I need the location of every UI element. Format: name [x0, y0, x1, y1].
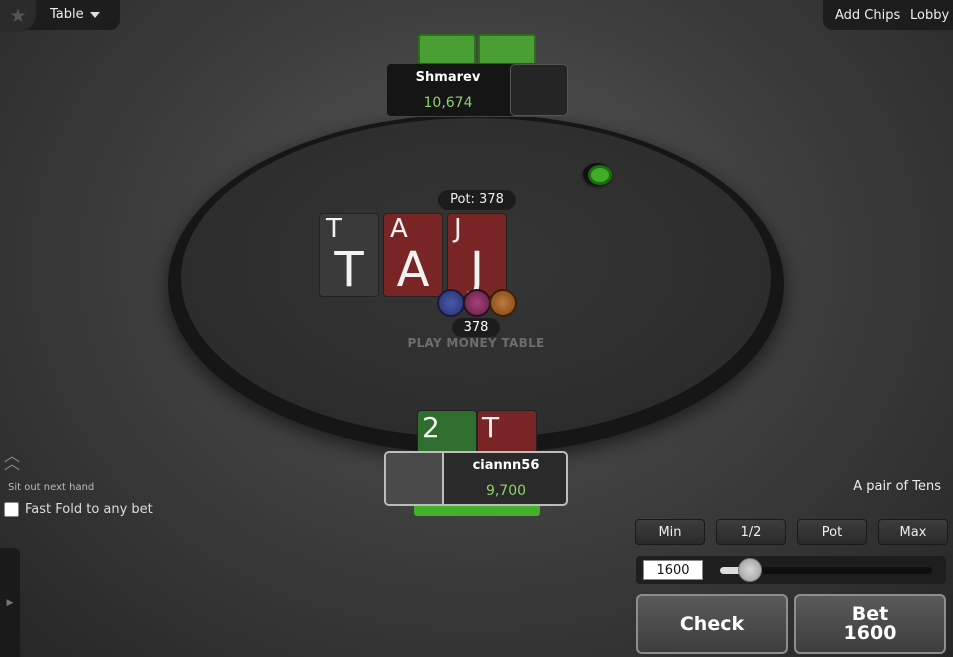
- fast-fold-option[interactable]: Fast Fold to any bet: [4, 502, 153, 517]
- chevron-right-icon: ▶: [6, 597, 14, 608]
- opponent-name: Shmarev: [415, 70, 481, 85]
- hero-stack: 9,700: [485, 483, 527, 499]
- star-icon: ★: [9, 5, 27, 27]
- table-watermark: PLAY MONEY TABLE: [407, 336, 545, 350]
- board-card: T T: [319, 213, 379, 298]
- opponent-card-back: [478, 34, 536, 66]
- bet-pot-button[interactable]: Pot: [797, 519, 867, 545]
- card-rank: T: [482, 411, 500, 444]
- card-rank: J: [454, 214, 462, 244]
- chevron-down-icon: [89, 11, 100, 18]
- add-chips-button[interactable]: Add Chips: [835, 8, 900, 23]
- sit-out-next-hand[interactable]: Sit out next hand: [8, 482, 94, 493]
- chip-stack-icon: [489, 289, 517, 317]
- bet-amount-label: 1600: [843, 622, 897, 644]
- fast-fold-label: Fast Fold to any bet: [25, 502, 153, 517]
- turn-timer-bar: [414, 506, 540, 516]
- hero-avatar: [386, 453, 444, 504]
- check-label: Check: [679, 612, 745, 635]
- card-rank: 2: [422, 411, 440, 444]
- lobby-button[interactable]: Lobby: [910, 8, 949, 23]
- table-menu-label: Table: [50, 7, 84, 22]
- table-menu-button[interactable]: Table: [50, 7, 100, 22]
- dealer-button-icon: [583, 163, 612, 185]
- double-chevron-up-icon[interactable]: ︿ ︿: [4, 448, 20, 472]
- chip-stack-icon: [463, 289, 491, 317]
- pot-amount: 378: [452, 318, 500, 337]
- card-rank: A: [390, 214, 408, 244]
- bet-max-button[interactable]: Max: [878, 519, 948, 545]
- board-card: J J: [447, 213, 507, 298]
- hero-name: ciannn56: [472, 458, 540, 473]
- bet-slider-thumb[interactable]: [737, 558, 762, 582]
- bet-button[interactable]: Bet 1600: [794, 594, 946, 654]
- pot-label: Pot: 378: [438, 190, 516, 210]
- card-rank: T: [326, 214, 342, 244]
- opponent-avatar: [510, 64, 568, 116]
- hand-strength-label: A pair of Tens: [853, 479, 941, 494]
- card-rank-large: A: [396, 242, 430, 298]
- side-panel-toggle[interactable]: ▶: [0, 548, 20, 657]
- check-button[interactable]: Check: [636, 594, 788, 654]
- opponent-stack: 10,674: [423, 95, 473, 111]
- opponent-card-back: [418, 34, 476, 66]
- card-rank-large: T: [334, 242, 364, 298]
- bet-half-pot-button[interactable]: 1/2: [716, 519, 786, 545]
- bet-amount-input[interactable]: 1600: [643, 560, 703, 580]
- bet-min-button[interactable]: Min: [635, 519, 705, 545]
- chip-stack-icon: [437, 289, 465, 317]
- board-card: A A: [383, 213, 443, 298]
- fast-fold-checkbox[interactable]: [4, 502, 19, 517]
